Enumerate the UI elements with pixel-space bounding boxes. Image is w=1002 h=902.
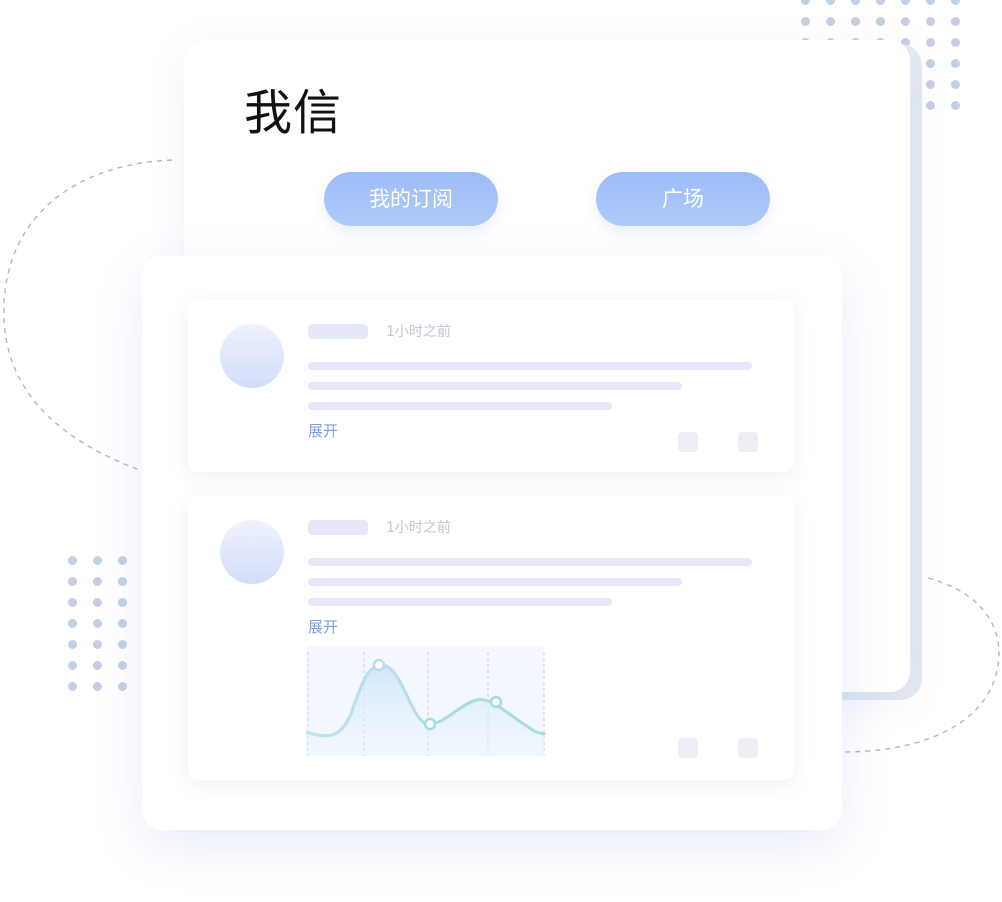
content-line-placeholder bbox=[308, 558, 752, 566]
app-title: 我信 bbox=[244, 85, 343, 141]
avatar[interactable] bbox=[220, 520, 284, 584]
action-icon[interactable] bbox=[738, 738, 758, 758]
tab-square[interactable]: 广场 bbox=[596, 172, 770, 226]
chart-point bbox=[372, 658, 386, 672]
content-line-placeholder bbox=[308, 382, 682, 390]
post-card[interactable]: 1小时之前 展开 bbox=[188, 496, 794, 780]
post-timestamp: 1小时之前 bbox=[386, 520, 451, 536]
stage: 我信 我的订阅 广场 1小时之前 展开 1小时之前 展开 bbox=[0, 0, 1002, 902]
tab-my-subscriptions[interactable]: 我的订阅 bbox=[324, 172, 498, 226]
content-line-placeholder bbox=[308, 402, 612, 410]
post-timestamp: 1小时之前 bbox=[386, 324, 451, 340]
expand-link[interactable]: 展开 bbox=[308, 420, 338, 442]
post-chart-image bbox=[306, 646, 546, 756]
avatar[interactable] bbox=[220, 324, 284, 388]
expand-link[interactable]: 展开 bbox=[308, 616, 338, 638]
action-icon[interactable] bbox=[678, 738, 698, 758]
action-icon[interactable] bbox=[738, 432, 758, 452]
username-placeholder bbox=[308, 324, 368, 339]
content-line-placeholder bbox=[308, 598, 612, 606]
action-icon[interactable] bbox=[678, 432, 698, 452]
chart-point bbox=[423, 717, 437, 731]
post-card[interactable]: 1小时之前 展开 bbox=[188, 300, 794, 472]
username-placeholder bbox=[308, 520, 368, 535]
chart-point bbox=[489, 695, 503, 709]
content-line-placeholder bbox=[308, 362, 752, 370]
content-line-placeholder bbox=[308, 578, 682, 586]
